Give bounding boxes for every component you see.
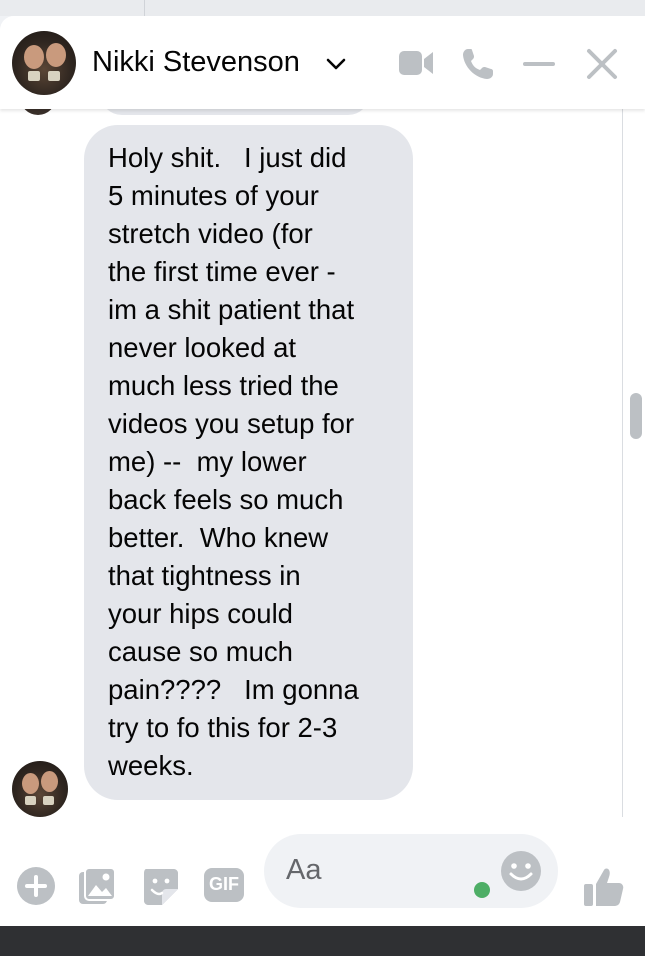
avatar-mug-right xyxy=(48,71,60,81)
message-text-line: cause so much xyxy=(108,636,293,667)
scrollbar-thumb[interactable] xyxy=(630,393,642,439)
avatar-mug-right xyxy=(43,796,54,805)
like-icon[interactable] xyxy=(582,866,626,908)
avatar-mug-left xyxy=(28,71,40,81)
close-icon[interactable] xyxy=(585,47,619,81)
chevron-down-icon[interactable] xyxy=(325,56,347,72)
message-text-line: weeks. xyxy=(108,750,194,781)
minus-icon[interactable] xyxy=(522,60,556,68)
photo-icon[interactable] xyxy=(76,865,118,907)
sticker-icon[interactable] xyxy=(140,865,180,907)
emoji-icon[interactable] xyxy=(500,850,542,892)
video-camera-icon[interactable] xyxy=(397,47,435,79)
incoming-message-bubble[interactable]: Holy shit. I just did 5 minutes of your st… xyxy=(84,125,413,800)
previous-message-avatar xyxy=(20,109,56,115)
browser-top-strip xyxy=(0,0,645,16)
top-strip-divider xyxy=(144,0,145,16)
message-text-line: better. Who knew xyxy=(108,522,329,553)
gif-label: GIF xyxy=(209,874,239,894)
avatar-face-left xyxy=(22,773,39,794)
contact-name[interactable]: Nikki Stevenson xyxy=(92,46,300,79)
message-text-line: im a shit patient that xyxy=(108,294,355,325)
message-list[interactable]: Holy shit. I just did 5 minutes of your st… xyxy=(0,109,622,817)
plus-circle-icon[interactable] xyxy=(16,866,56,906)
message-text-line: the first time ever - xyxy=(108,256,336,287)
message-text-line: much less tried the xyxy=(108,370,339,401)
message-text-line: pain???? Im gonna xyxy=(108,674,359,705)
message-text-line: that tightness in xyxy=(108,560,301,591)
message-sender-avatar[interactable] xyxy=(12,761,68,817)
message-text-line: videos you setup for xyxy=(108,408,355,439)
message-text-line: me) -- my lower xyxy=(108,446,307,477)
chat-header: Nikki Stevenson xyxy=(0,16,645,109)
avatar-face-left xyxy=(24,45,44,69)
phone-icon[interactable] xyxy=(460,46,496,82)
message-text-line: back feels so much xyxy=(108,484,344,515)
message-text-line: stretch video (for xyxy=(108,218,313,249)
avatar-mug-left xyxy=(25,796,36,805)
message-text-line: never looked at xyxy=(108,332,297,363)
gif-icon[interactable]: GIF xyxy=(204,868,244,902)
message-text-line: your hips could xyxy=(108,598,293,629)
message-text-line: try to fo this for 2-3 xyxy=(108,712,338,743)
message-composer: GIF Aa xyxy=(0,817,645,926)
chat-window: Nikki Stevenson Holy shit. I just did 5 … xyxy=(0,16,645,926)
scrollbar-track[interactable] xyxy=(622,109,645,817)
taskbar xyxy=(0,926,645,956)
contact-avatar[interactable] xyxy=(12,31,76,95)
active-status-dot xyxy=(474,882,490,898)
avatar-face-right xyxy=(46,43,66,67)
message-text-line: Holy shit. I just did xyxy=(108,142,347,173)
message-input[interactable]: Aa xyxy=(264,834,558,908)
message-text-line: 5 minutes of your xyxy=(108,180,319,211)
messenger-page: Nikki Stevenson Holy shit. I just did 5 … xyxy=(0,0,645,956)
previous-message-bubble[interactable] xyxy=(100,109,370,115)
avatar-face-right xyxy=(41,771,58,792)
message-input-placeholder: Aa xyxy=(286,854,322,886)
